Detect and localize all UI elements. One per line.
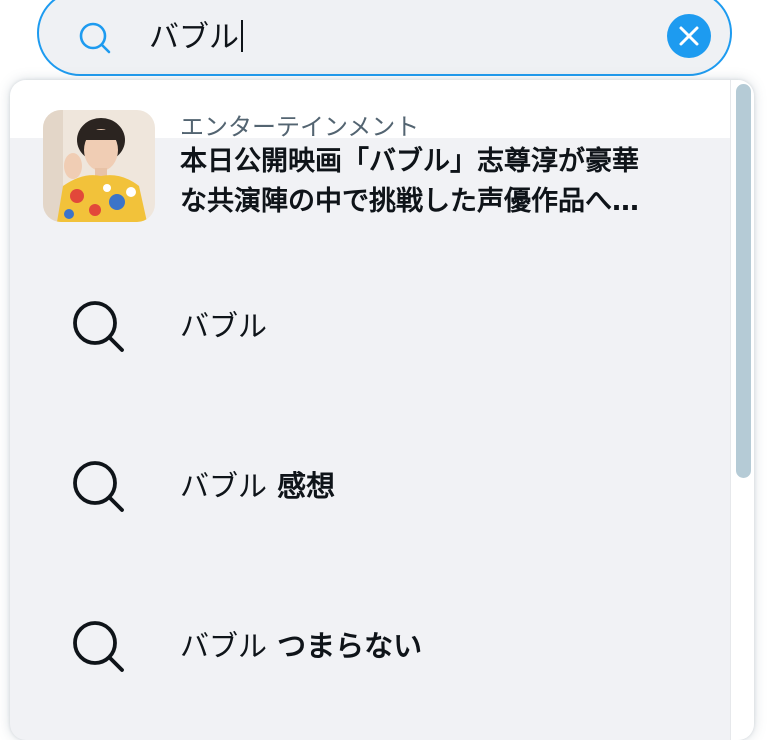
suggestion-extra: 感想 xyxy=(267,469,336,503)
suggestion-item[interactable]: バブル 感想 xyxy=(10,446,730,526)
trend-headline-line1: 本日公開映画「バブル」志尊淳が豪華 xyxy=(180,146,639,177)
search-input[interactable]: バブル xyxy=(149,18,243,58)
scrollbar-thumb[interactable] xyxy=(736,84,751,478)
close-icon xyxy=(679,26,699,46)
search-query-text: バブル xyxy=(149,20,239,55)
search-icon xyxy=(73,621,124,672)
suggestion-item[interactable]: バブル つまらない xyxy=(10,606,730,686)
clear-search-button[interactable] xyxy=(667,14,711,58)
search-icon xyxy=(73,301,124,352)
suggestion-text: バブル xyxy=(180,306,267,346)
suggestion-text: バブル 感想 xyxy=(180,466,335,506)
text-caret xyxy=(241,20,243,52)
search-icon xyxy=(79,22,111,54)
trend-suggestion[interactable]: エンターテインメント 本日公開映画「バブル」志尊淳が豪華 な共演陣の中で挑戦した… xyxy=(10,108,730,228)
suggestion-extra: つまらない xyxy=(267,629,423,663)
suggestion-base: バブル xyxy=(180,469,268,503)
suggestion-text: バブル つまらない xyxy=(180,626,422,666)
trend-headline-line2: な共演陣の中で挑戦した声優作品へ… xyxy=(180,186,639,217)
search-suggestions-dropdown: エンターテインメント 本日公開映画「バブル」志尊淳が豪華 な共演陣の中で挑戦した… xyxy=(10,80,754,740)
trend-thumbnail xyxy=(43,110,155,222)
search-icon xyxy=(73,461,124,512)
suggestion-base: バブル xyxy=(180,309,268,343)
trend-category: エンターテインメント xyxy=(180,113,420,141)
suggestion-base: バブル xyxy=(180,629,268,663)
search-input-container[interactable]: バブル xyxy=(37,0,732,76)
suggestion-item[interactable]: バブル xyxy=(10,286,730,366)
trend-headline: 本日公開映画「バブル」志尊淳が豪華 な共演陣の中で挑戦した声優作品へ… xyxy=(180,142,700,222)
